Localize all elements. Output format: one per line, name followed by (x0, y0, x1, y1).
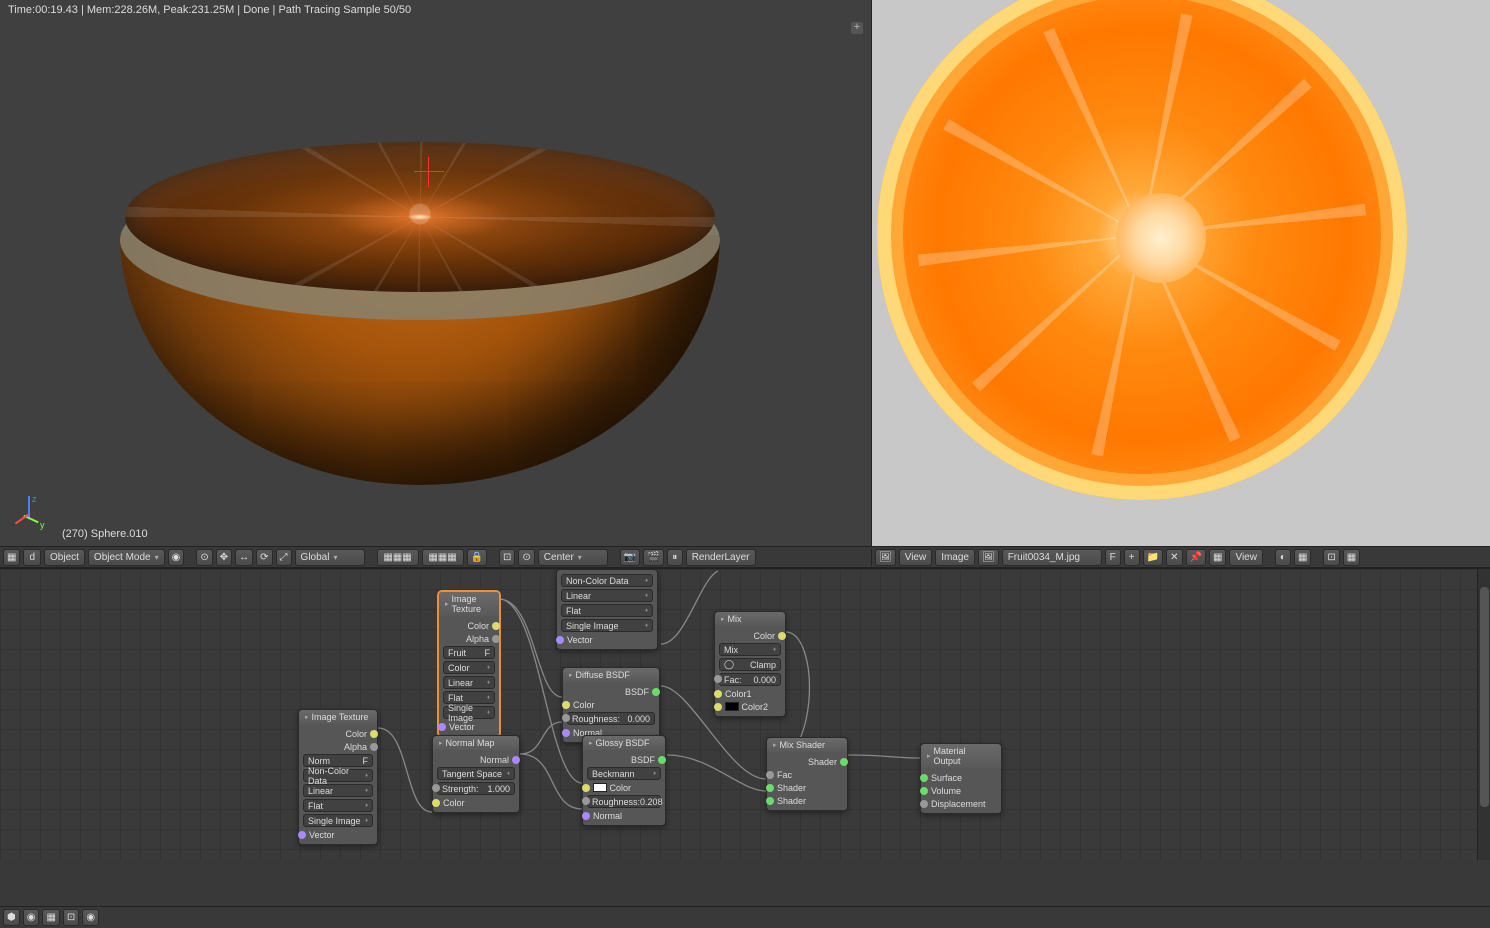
node-editor[interactable]: Non-Color Data Linear Flat Single Image … (0, 568, 1490, 860)
menu-object[interactable]: Object (44, 549, 85, 566)
menu-view[interactable]: View (899, 549, 933, 566)
opengl-anim-icon[interactable]: 🎬 (643, 549, 663, 566)
node-scrollbar[interactable] (1477, 569, 1490, 860)
node-tree-type-icon[interactable]: ◉ (23, 909, 40, 926)
layers-collapse-icon[interactable]: + (851, 22, 863, 34)
node-title[interactable]: Image Texture (299, 710, 377, 724)
orientation-selector[interactable]: Global (295, 549, 365, 566)
widget-scale-icon[interactable]: ⤢ (276, 549, 292, 566)
node-normal-map[interactable]: Normal Map Normal Tangent Space Strength… (432, 735, 520, 813)
unlink-image-icon[interactable]: ✕ (1166, 549, 1182, 566)
use-nodes-icon[interactable]: ⊡ (63, 909, 79, 926)
layers-b[interactable]: ▦▦▦ (422, 549, 464, 566)
menu-d[interactable]: d (23, 549, 41, 566)
blend-selector[interactable]: Mix (719, 643, 781, 656)
interpolation-selector[interactable]: Linear (443, 676, 495, 689)
node-image-texture-3[interactable]: Non-Color Data Linear Flat Single Image … (556, 569, 658, 650)
colorspace-selector[interactable]: Color (443, 661, 495, 674)
lock-icon[interactable]: 🔒 (467, 549, 487, 566)
rendered-object (120, 80, 740, 480)
editor-type-image-icon[interactable]: 🖼 (875, 549, 896, 566)
node-title[interactable]: Mix Shader (767, 738, 847, 752)
reference-image (877, 0, 1407, 500)
image-file-field[interactable]: FruitF (443, 646, 495, 659)
colorspace-selector[interactable]: Non-Color Data (303, 769, 373, 782)
menu-view2[interactable]: View (1229, 549, 1263, 566)
editor-type-icon[interactable]: ▦ (3, 549, 20, 566)
mode-label: Object Mode (94, 552, 151, 563)
image-browse-icon[interactable]: 🖼 (978, 549, 999, 566)
node-material-output[interactable]: Material Output Surface Volume Displacem… (920, 743, 1002, 814)
pivot-icon[interactable]: ⊙ (196, 549, 212, 566)
axis-gizmo-icon: z y (10, 496, 50, 536)
viewport-3d[interactable]: Time:00:19.43 | Mem:228.26M, Peak:231.25… (0, 0, 872, 546)
render-stats: Time:00:19.43 | Mem:228.26M, Peak:231.25… (8, 4, 411, 16)
image-viewer[interactable] (872, 0, 1490, 546)
node-image-texture-2[interactable]: Image Texture Color Alpha FruitF Color L… (438, 591, 500, 737)
snap-type-icon[interactable]: ⊙ (518, 549, 534, 566)
snap-icon[interactable]: ⊡ (499, 549, 515, 566)
node-title[interactable]: Diffuse BSDF (563, 668, 659, 682)
projection-selector[interactable]: Flat (303, 799, 373, 812)
strength-input[interactable]: Strength:1.000 (437, 782, 515, 795)
node-editor-header: ⬢ ◉ ▦ ⊡ ◉ (0, 906, 1490, 928)
pin-icon[interactable]: 📌 (1186, 549, 1206, 566)
viewport-header: ▦ d Object Object Mode ◉ ⊙ ✥ ↔ ⟳ ⤢ Globa… (0, 549, 872, 566)
image-header: 🖼 View Image 🖼 Fruit0034_M.jpg F + 📁 ✕ 📌… (872, 549, 1490, 566)
source-selector[interactable]: Single Image (303, 814, 373, 827)
space-selector[interactable]: Tangent Space (437, 767, 515, 780)
node-title[interactable]: Glossy BSDF (583, 736, 665, 750)
mode-selector[interactable]: Object Mode (88, 549, 165, 566)
open-image-icon[interactable]: 📁 (1143, 549, 1163, 566)
node-mix-shader[interactable]: Mix Shader Shader Fac Shader Shader (766, 737, 848, 811)
node-title[interactable]: Mix (715, 612, 785, 626)
cursor-3d-icon (422, 165, 436, 179)
opengl-render-icon[interactable]: 📷 (620, 549, 640, 566)
snap-uv-icon[interactable]: ⊡ (1323, 549, 1339, 566)
node-mix-rgb[interactable]: Mix Color Mix ◯ Clamp Fac:0.000 Color1 C… (714, 611, 786, 717)
node-title[interactable]: Normal Map (433, 736, 519, 750)
node-diffuse-bsdf[interactable]: Diffuse BSDF BSDF Color Roughness:0.000 … (562, 667, 660, 743)
layers-a[interactable]: ▦▦▦ (377, 549, 419, 566)
fac-input[interactable]: Fac:0.000 (719, 673, 781, 686)
uv-edit-icon[interactable]: ▦ (1209, 549, 1226, 566)
color-swatch[interactable] (593, 783, 607, 792)
node-title[interactable]: Image Texture (439, 592, 499, 616)
color2-swatch[interactable] (725, 702, 739, 711)
image-name-field[interactable]: Fruit0034_M.jpg (1002, 549, 1102, 566)
snap-target[interactable]: Center (538, 549, 608, 566)
node-tree-icon[interactable]: ▦ (42, 909, 59, 926)
interpolation-selector[interactable]: Linear (303, 784, 373, 797)
menu-image[interactable]: Image (935, 549, 975, 566)
projection-selector[interactable]: Flat (561, 604, 653, 617)
fake-user-button[interactable]: F (1105, 549, 1121, 566)
material-icon[interactable]: ◉ (82, 909, 99, 926)
source-selector[interactable]: Single Image (443, 706, 495, 719)
widget-rotate-icon[interactable]: ⟳ (256, 549, 272, 566)
channels-icon[interactable]: ◐ (1275, 549, 1291, 566)
vector-socket: Vector (567, 635, 593, 645)
node-image-texture-1[interactable]: Image Texture Color Alpha NormF Non-Colo… (298, 709, 378, 845)
channels2-icon[interactable]: ▦ (1294, 549, 1311, 566)
source-selector[interactable]: Single Image (561, 619, 653, 632)
manipulator-icon[interactable]: ✥ (216, 549, 232, 566)
roughness-input[interactable]: Roughness:0.208 (587, 795, 661, 808)
header-row: ▦ d Object Object Mode ◉ ⊙ ✥ ↔ ⟳ ⤢ Globa… (0, 546, 1490, 568)
widget-translate-icon[interactable]: ↔ (235, 549, 253, 566)
shading-icon[interactable]: ◉ (168, 549, 185, 566)
pause-icon[interactable]: ⏸ (667, 549, 683, 566)
add-image-icon[interactable]: + (1124, 549, 1140, 566)
clamp-checkbox[interactable]: ◯ Clamp (719, 658, 781, 671)
colorspace-selector[interactable]: Non-Color Data (561, 574, 653, 587)
interpolation-selector[interactable]: Linear (561, 589, 653, 602)
render-layer-selector[interactable]: RenderLayer (686, 549, 756, 566)
node-title[interactable]: Material Output (921, 744, 1001, 768)
editor-type-node-icon[interactable]: ⬢ (3, 909, 20, 926)
node-glossy-bsdf[interactable]: Glossy BSDF BSDF Beckmann Color Roughnes… (582, 735, 666, 826)
roughness-input[interactable]: Roughness:0.000 (567, 712, 655, 725)
scrollbar-thumb[interactable] (1480, 587, 1489, 807)
active-object-label: (270) Sphere.010 (62, 528, 148, 540)
distribution-selector[interactable]: Beckmann (587, 767, 661, 780)
render-slot-icon[interactable]: ▦ (1343, 549, 1360, 566)
